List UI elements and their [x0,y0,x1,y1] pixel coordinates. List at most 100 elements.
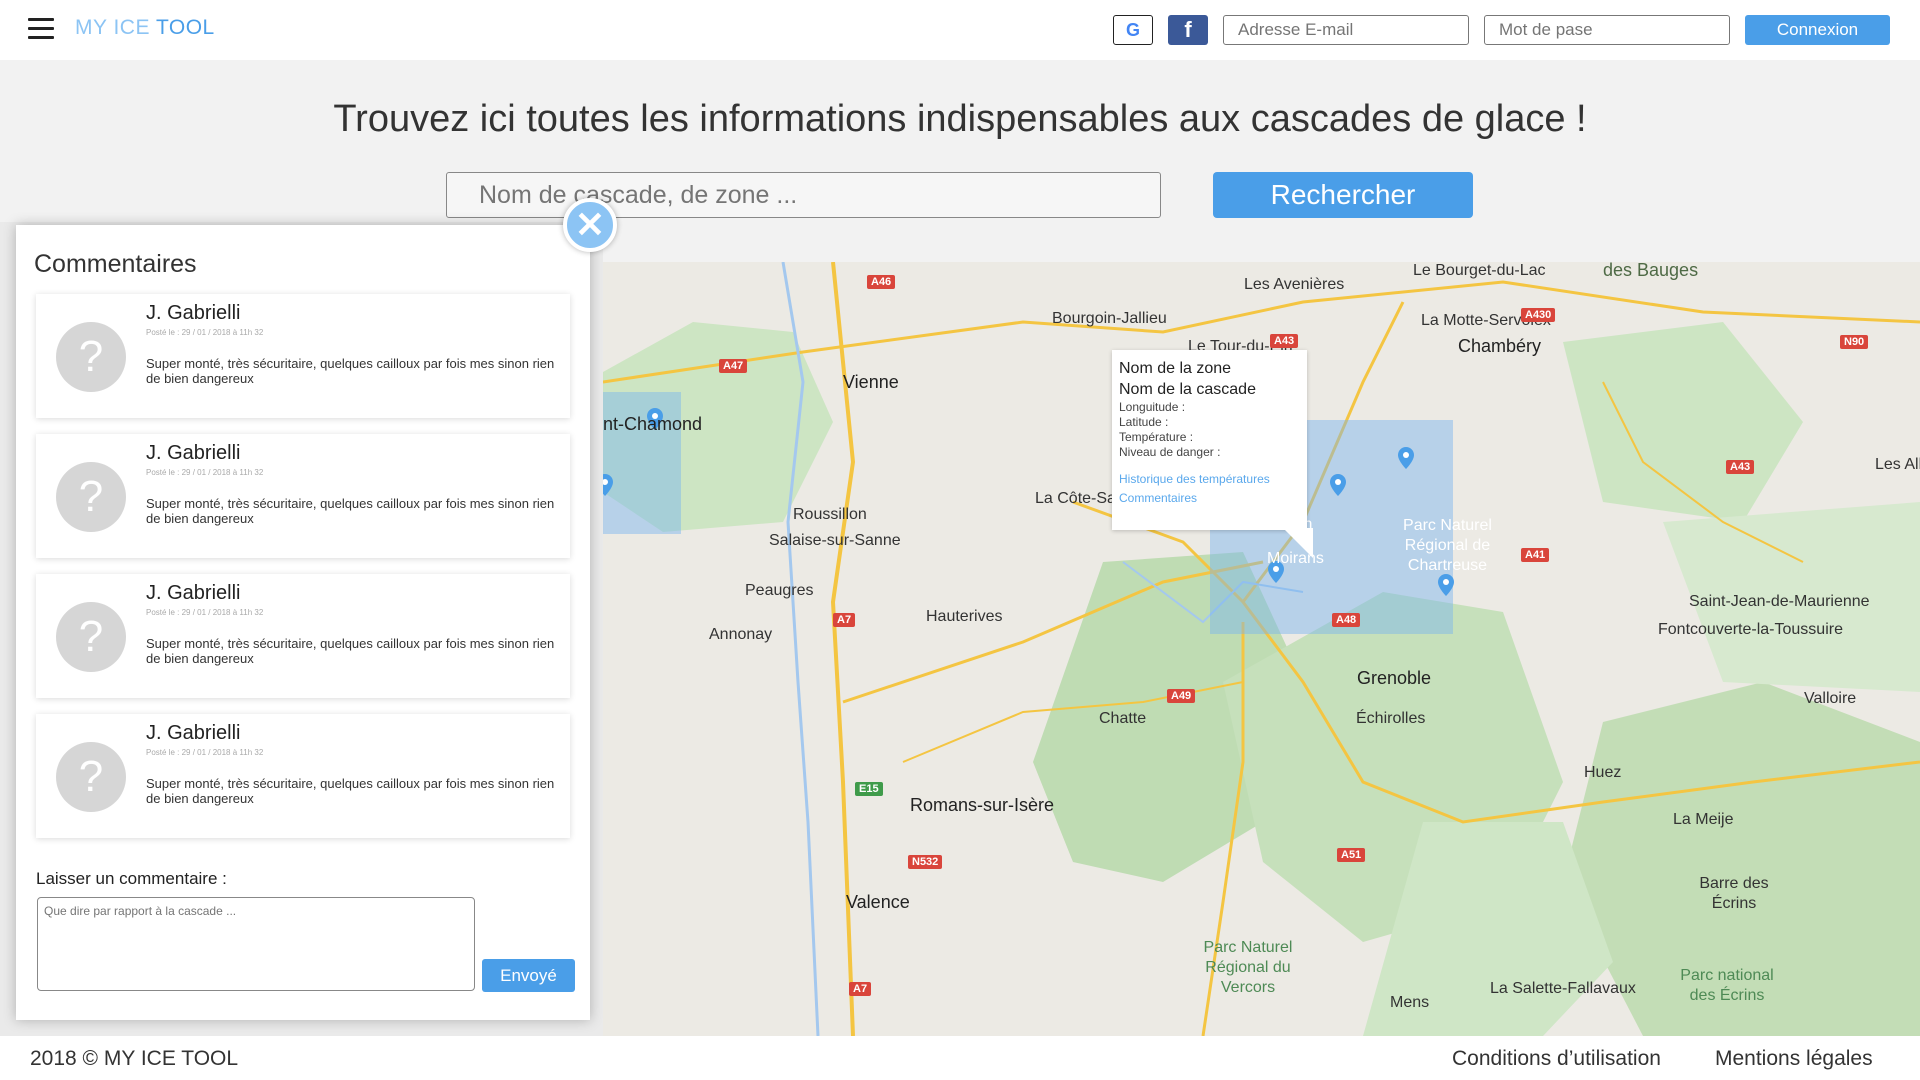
map-label: Barre des Écrins [1699,875,1769,912]
comment-date: Posté le : 29 / 01 / 2018 à 11h 32 [146,328,264,337]
avatar: ? [56,462,126,532]
map-pin-icon[interactable] [1438,574,1454,596]
logo-my: MY ICE [75,16,150,39]
avatar: ? [56,602,126,672]
map-label: Parc Naturel Régional du Vercors [1203,939,1293,996]
comment-date: Posté le : 29 / 01 / 2018 à 11h 32 [146,748,264,757]
map-label: Les All [1875,456,1920,473]
top-bar: MY ICE TOOL G f Connexion [0,0,1920,60]
comment-card: ? J. Gabrielli Posté le : 29 / 01 / 2018… [36,714,570,838]
comment-date: Posté le : 29 / 01 / 2018 à 11h 32 [146,468,264,477]
leave-comment-label: Laisser un commentaire : [36,869,227,888]
road-badge: A49 [1167,689,1196,703]
road-badge: A48 [1332,613,1361,627]
comment-textarea[interactable] [37,897,475,991]
close-icon: ✕ [574,204,606,245]
road-badge: A46 [867,275,896,289]
google-login-button[interactable]: G [1113,15,1153,45]
road-badge: A41 [1521,548,1550,562]
map-label: Parc national des Écrins [1680,967,1774,1004]
map-label: Les Avenières [1244,276,1345,293]
road-badge: A43 [1270,334,1299,348]
map-label: Bourgoin-Jallieu [1052,310,1167,327]
comment-author: J. Gabrielli [146,582,241,604]
comment-author: J. Gabrielli [146,722,241,744]
comment-text: Super monté, très sécuritaire, quelques … [146,356,555,386]
popup-temperature: Température : [1119,430,1194,444]
comment-card: ? J. Gabrielli Posté le : 29 / 01 / 2018… [36,574,570,698]
map-label: La Côte-Sa [1035,490,1116,507]
password-field[interactable] [1484,15,1730,45]
map-label: La Meije [1673,811,1734,828]
comment-author: J. Gabrielli [146,442,241,464]
road-badge: A7 [833,613,856,627]
map-label: Saint-Jean-de-Maurienne [1689,593,1870,610]
map-label: Grenoble [1357,668,1432,688]
popup-history-link[interactable]: Historique des températures [1119,470,1300,489]
popup-tail [1283,528,1313,558]
map-pin-icon[interactable] [1398,447,1414,469]
map-label: Huez [1584,764,1622,781]
road-badge: E15 [855,782,883,796]
copyright: 2018 © MY ICE TOOL [30,1047,239,1070]
logo-tool: TOOL [155,16,215,39]
map-label: Hauterives [926,608,1003,625]
popup-danger: Niveau de danger : [1119,445,1221,459]
map-label: des Bauges [1603,262,1699,280]
map-label: Échirolles [1356,710,1426,727]
map-label: Roussillon [793,506,867,523]
map-label: Peaugres [745,582,814,599]
map-label: La Salette-Fallavaux [1490,980,1636,997]
page-title: Trouvez ici toutes les informations indi… [333,98,1587,140]
popup-comments-link[interactable]: Commentaires [1119,489,1300,508]
road-badge: A43 [1726,460,1755,474]
comment-text: Super monté, très sécuritaire, quelques … [146,496,555,526]
comment-author: J. Gabrielli [146,302,241,324]
close-panel-button[interactable]: ✕ [563,198,617,252]
map-label: Romans-sur-Isère [910,795,1055,815]
email-field[interactable] [1223,15,1469,45]
comment-text: Super monté, très sécuritaire, quelques … [146,776,555,806]
map-info-popup: Nom de la zone Nom de la cascade Longuit… [1112,350,1307,530]
logo[interactable]: MY ICE TOOL [75,16,215,40]
terms-link[interactable]: Conditions d’utilisation [1452,1047,1661,1071]
google-icon: G [1125,19,1140,40]
send-comment-button[interactable]: Envoyé [482,959,575,992]
map-label: Fontcouverte-la-Toussuire [1658,621,1843,638]
map-pin-icon[interactable] [1330,474,1346,496]
facebook-icon: f [1184,17,1192,42]
road-badge: N90 [1840,335,1869,349]
road-badge: N532 [908,855,943,869]
map-label: int-Chamond [603,414,703,434]
map-label: Chambéry [1458,336,1542,356]
road-badge: A47 [719,359,748,373]
login-button[interactable]: Connexion [1745,15,1890,45]
map-label: Mens [1390,994,1430,1011]
comment-card: ? J. Gabrielli Posté le : 29 / 01 / 2018… [36,434,570,558]
menu-icon[interactable] [28,18,54,40]
avatar: ? [56,742,126,812]
legal-link[interactable]: Mentions légales [1715,1047,1873,1071]
popup-zone-name: Nom de la zone [1119,360,1232,377]
panel-title: Commentaires [34,250,197,278]
road-badge: A51 [1337,848,1366,862]
map-label: Le Bourget-du-Lac [1413,262,1546,279]
road-badge: A7 [849,982,872,996]
footer: 2018 © MY ICE TOOL Conditions d’utilisat… [0,1036,1920,1080]
map-label: Parc Naturel Régional de Chartreuse [1403,517,1492,574]
comment-date: Posté le : 29 / 01 / 2018 à 11h 32 [146,608,264,617]
facebook-login-button[interactable]: f [1168,15,1208,45]
search-button[interactable]: Rechercher [1213,172,1473,218]
map-pin-icon[interactable] [603,474,613,496]
avatar: ? [56,322,126,392]
popup-cascade-name: Nom de la cascade [1119,381,1256,398]
comment-text: Super monté, très sécuritaire, quelques … [146,636,555,666]
search-input[interactable] [446,172,1161,218]
map-label: Annonay [709,626,773,643]
map-label: Vienne [843,372,899,392]
popup-longitude: Longuitude : [1119,400,1186,414]
popup-latitude: Latitude : [1119,415,1169,429]
map-label: Salaise-sur-Sanne [769,532,901,549]
comment-card: ? J. Gabrielli Posté le : 29 / 01 / 2018… [36,294,570,418]
map[interactable]: Le Bourget-du-Lac des Bauges Les Avenièr… [603,262,1920,1036]
